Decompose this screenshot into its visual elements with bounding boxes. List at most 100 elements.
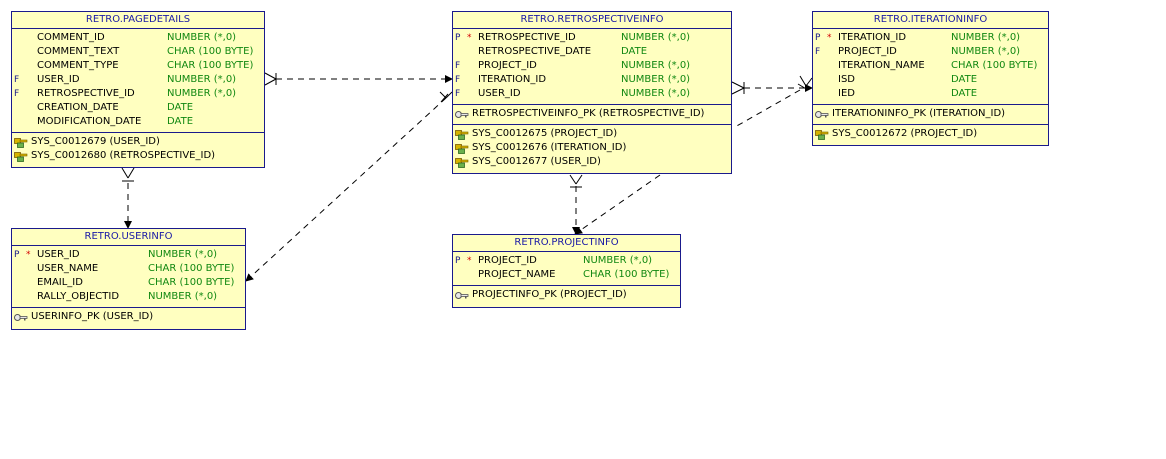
crowfoot-pagedetails-right <box>264 72 277 86</box>
column-name: USER_ID <box>37 249 80 260</box>
column-row[interactable]: IED DATE <box>813 87 1048 101</box>
table-title: RETRO.USERINFO <box>12 229 245 246</box>
table-iterationinfo[interactable]: RETRO.ITERATIONINFO P * ITERATION_ID NUMBER… <box>812 11 1049 146</box>
column-type: DATE <box>951 88 978 99</box>
pk-row[interactable]: ITERATIONINFO_PK (ITERATION_ID) <box>813 107 1048 121</box>
crowfoot-retrospective-left <box>439 91 453 103</box>
pk-row[interactable]: USERINFO_PK (USER_ID) <box>12 310 245 324</box>
table-title: RETRO.RETROSPECTIVEINFO <box>453 12 731 29</box>
column-name: PROJECT_NAME <box>478 269 556 280</box>
column-row[interactable]: P * USER_ID NUMBER (*,0) <box>12 248 245 262</box>
pk-label: ITERATIONINFO_PK (ITERATION_ID) <box>832 108 1006 119</box>
column-row[interactable]: CREATION_DATE DATE <box>12 101 264 115</box>
fk-line-retrospective-user <box>245 97 447 282</box>
key-flag: F <box>455 61 461 71</box>
fk-key-icon <box>455 144 469 154</box>
column-row[interactable]: COMMENT_ID NUMBER (*,0) <box>12 31 264 45</box>
column-row[interactable]: P * ITERATION_ID NUMBER (*,0) <box>813 31 1048 45</box>
column-row[interactable]: ISD DATE <box>813 73 1048 87</box>
column-type: CHAR (100 BYTE) <box>951 60 1038 71</box>
table-title: RETRO.PAGEDETAILS <box>12 12 264 29</box>
column-name: PROJECT_ID <box>478 60 537 71</box>
column-row[interactable]: P * PROJECT_ID NUMBER (*,0) <box>453 254 680 268</box>
column-row[interactable]: COMMENT_TEXT CHAR (100 BYTE) <box>12 45 264 59</box>
column-name: COMMENT_TYPE <box>37 60 119 71</box>
fk-list: SYS_C0012675 (PROJECT_ID) SYS_C0012676 (I… <box>453 124 731 172</box>
table-userinfo[interactable]: RETRO.USERINFO P * USER_ID NUMBER (*,0) USER… <box>11 228 246 330</box>
column-name: RALLY_OBJECTID <box>37 291 120 302</box>
column-row[interactable]: USER_NAME CHAR (100 BYTE) <box>12 262 245 276</box>
column-row[interactable]: F ITERATION_ID NUMBER (*,0) <box>453 73 731 87</box>
column-list: P * ITERATION_ID NUMBER (*,0) F PROJECT_ID NUM… <box>813 29 1048 104</box>
column-row[interactable]: RALLY_OBJECTID NUMBER (*,0) <box>12 290 245 304</box>
column-name: RETROSPECTIVE_DATE <box>478 46 592 57</box>
column-row[interactable]: PROJECT_NAME CHAR (100 BYTE) <box>453 268 680 282</box>
fk-label: SYS_C0012680 (RETROSPECTIVE_ID) <box>31 150 216 161</box>
column-name: PROJECT_ID <box>838 46 897 57</box>
key-flag: P <box>455 33 461 43</box>
pk-list: USERINFO_PK (USER_ID) <box>12 307 245 327</box>
table-title: RETRO.ITERATIONINFO <box>813 12 1048 29</box>
pk-key-icon <box>455 110 469 119</box>
column-name: USER_ID <box>478 88 521 99</box>
column-row[interactable]: F USER_ID NUMBER (*,0) <box>12 73 264 87</box>
fk-row[interactable]: SYS_C0012672 (PROJECT_ID) <box>813 127 1048 141</box>
fk-key-icon <box>14 152 28 162</box>
key-flag: P <box>815 33 821 43</box>
crowfoot-pagedetails-bottom <box>121 167 135 182</box>
column-list: P * PROJECT_ID NUMBER (*,0) PROJECT_NAME CHAR… <box>453 252 680 285</box>
column-row[interactable]: F PROJECT_ID NUMBER (*,0) <box>453 59 731 73</box>
column-row[interactable]: COMMENT_TYPE CHAR (100 BYTE) <box>12 59 264 73</box>
key-flag: P <box>455 256 461 266</box>
column-name: PROJECT_ID <box>478 255 537 266</box>
required-marker: * <box>467 33 472 43</box>
column-row[interactable]: F USER_ID NUMBER (*,0) <box>453 87 731 101</box>
column-row[interactable]: F PROJECT_ID NUMBER (*,0) <box>813 45 1048 59</box>
column-list: P * USER_ID NUMBER (*,0) USER_NAME CHAR (100 … <box>12 246 245 307</box>
column-type: CHAR (100 BYTE) <box>148 263 235 274</box>
fk-key-icon <box>815 130 829 140</box>
pk-row[interactable]: RETROSPECTIVEINFO_PK (RETROSPECTIVE_ID) <box>453 107 731 121</box>
column-row[interactable]: P * RETROSPECTIVE_ID NUMBER (*,0) <box>453 31 731 45</box>
crowfoot-retrospective-bottom <box>569 174 583 188</box>
column-type: DATE <box>951 74 978 85</box>
fk-row[interactable]: SYS_C0012677 (USER_ID) <box>453 155 731 169</box>
column-row[interactable]: RETROSPECTIVE_DATE DATE <box>453 45 731 59</box>
column-name: COMMENT_TEXT <box>37 46 120 57</box>
column-type: NUMBER (*,0) <box>951 46 1021 57</box>
column-type: NUMBER (*,0) <box>167 74 237 85</box>
pk-label: USERINFO_PK (USER_ID) <box>31 311 154 322</box>
fk-key-icon <box>14 138 28 148</box>
required-marker: * <box>26 250 31 260</box>
column-type: DATE <box>167 102 194 113</box>
fk-row[interactable]: SYS_C0012676 (ITERATION_ID) <box>453 141 731 155</box>
table-title: RETRO.PROJECTINFO <box>453 235 680 252</box>
fk-row[interactable]: SYS_C0012675 (PROJECT_ID) <box>453 127 731 141</box>
pk-label: RETROSPECTIVEINFO_PK (RETROSPECTIVE_ID) <box>472 108 705 119</box>
column-type: NUMBER (*,0) <box>167 88 237 99</box>
key-flag: F <box>14 89 20 99</box>
column-row[interactable]: F RETROSPECTIVE_ID NUMBER (*,0) <box>12 87 264 101</box>
column-row[interactable]: MODIFICATION_DATE DATE <box>12 115 264 129</box>
table-projectinfo[interactable]: RETRO.PROJECTINFO P * PROJECT_ID NUMBER (*,… <box>452 234 681 308</box>
fk-row[interactable]: SYS_C0012679 (USER_ID) <box>12 135 264 149</box>
column-type: NUMBER (*,0) <box>148 249 218 260</box>
column-type: CHAR (100 BYTE) <box>583 269 670 280</box>
column-list: COMMENT_ID NUMBER (*,0) COMMENT_TEXT CHAR (… <box>12 29 264 132</box>
column-row[interactable]: ITERATION_NAME CHAR (100 BYTE) <box>813 59 1048 73</box>
column-type: NUMBER (*,0) <box>148 291 218 302</box>
table-retrospectiveinfo[interactable]: RETRO.RETROSPECTIVEINFO P * RETROSPECTIVE_… <box>452 11 732 174</box>
table-pagedetails[interactable]: RETRO.PAGEDETAILS COMMENT_ID NUMBER (*,0)… <box>11 11 265 168</box>
pk-row[interactable]: PROJECTINFO_PK (PROJECT_ID) <box>453 288 680 302</box>
pk-list: ITERATIONINFO_PK (ITERATION_ID) <box>813 104 1048 124</box>
column-type: DATE <box>621 46 648 57</box>
fk-row[interactable]: SYS_C0012680 (RETROSPECTIVE_ID) <box>12 149 264 163</box>
column-row[interactable]: EMAIL_ID CHAR (100 BYTE) <box>12 276 245 290</box>
fk-key-icon <box>455 158 469 168</box>
column-name: IED <box>838 88 855 99</box>
fk-list: SYS_C0012672 (PROJECT_ID) <box>813 124 1048 144</box>
column-name: ISD <box>838 74 855 85</box>
column-name: RETROSPECTIVE_ID <box>37 88 135 99</box>
fk-line-iteration-project-b <box>574 174 661 235</box>
required-marker: * <box>827 33 832 43</box>
